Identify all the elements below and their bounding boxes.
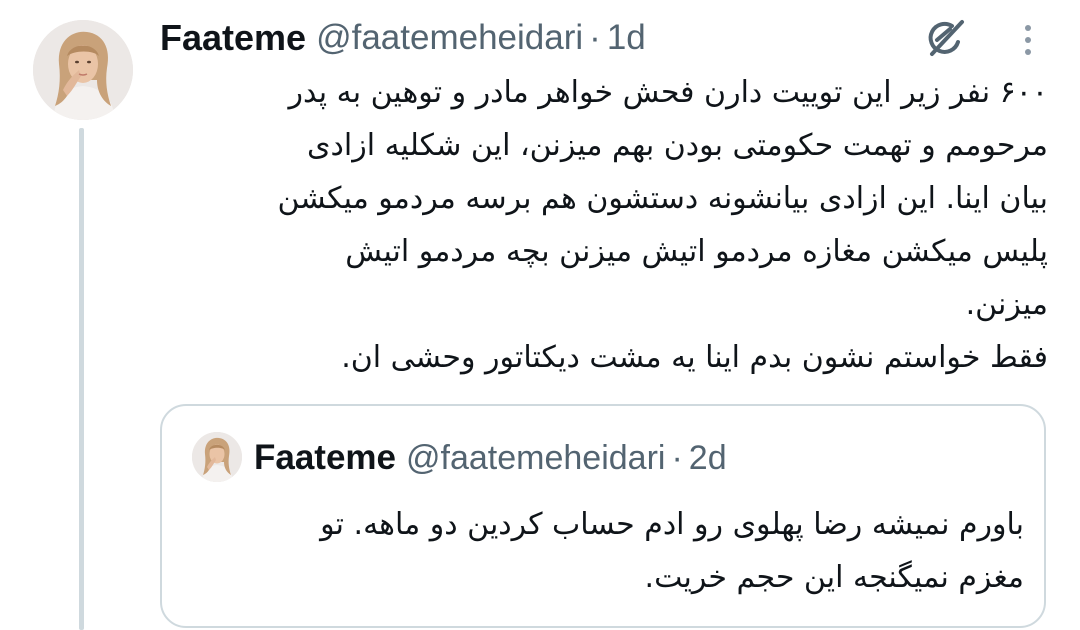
author-display-name[interactable]: Faateme	[160, 17, 306, 59]
profile-photo	[192, 432, 242, 482]
quoted-tweet-header: Faateme @faatemeheidari · 2d	[254, 430, 727, 486]
tweet-header: Faateme @faatemeheidari · 1d	[160, 12, 646, 64]
author-handle[interactable]: @faatemeheidari	[316, 18, 583, 58]
quoted-tweet-timestamp[interactable]: 2d	[689, 439, 727, 478]
tweet-text-line: ۶۰۰ نفر زیر این توییت دارن فحش خواهر ماد…	[288, 75, 1048, 110]
quoted-author-display-name[interactable]: Faateme	[254, 438, 396, 478]
more-vertical-icon	[1025, 25, 1031, 55]
tweet-text-line: بیان اینا. این ازادی بیانشونه دستشون هم …	[277, 181, 1048, 216]
tweet-text-line: فقط خواستم نشون بدم اینا یه مشت دیکتاتور…	[341, 340, 1048, 375]
more-options-button[interactable]	[1010, 18, 1046, 62]
thread-connector-line	[79, 128, 84, 630]
tweet-text-line: مرحومم و تهمت حکومتی بودن بهم میزنن، این…	[307, 128, 1048, 163]
grok-icon	[928, 20, 964, 56]
quoted-author-avatar[interactable]	[192, 432, 242, 482]
quoted-header-separator: ·	[671, 438, 683, 477]
tweet-text-line: پلیس میکشن مغازه مردمو اتیش میزنن بچه مر…	[345, 234, 1048, 269]
tweet-text: ۶۰۰ نفر زیر این توییت دارن فحش خواهر ماد…	[160, 66, 1048, 384]
tweet-text-line: میزنن.	[965, 287, 1048, 322]
quoted-tweet-card[interactable]: Faateme @faatemeheidari · 2d باورم نمیشه…	[160, 404, 1046, 628]
quoted-author-handle[interactable]: @faatemeheidari	[406, 439, 665, 478]
quoted-text-line: باورم نمیشه رضا پهلوی رو ادم حساب کردین …	[320, 507, 1024, 542]
tweet-timestamp[interactable]: 1d	[607, 18, 646, 58]
profile-photo	[33, 20, 133, 120]
grok-button[interactable]	[920, 16, 970, 60]
author-avatar[interactable]	[33, 20, 133, 120]
quoted-tweet-text: باورم نمیشه رضا پهلوی رو ادم حساب کردین …	[184, 498, 1024, 604]
header-separator: ·	[589, 18, 601, 57]
quoted-text-line: مغزم نمیگنجه این حجم خریت.	[644, 560, 1024, 595]
